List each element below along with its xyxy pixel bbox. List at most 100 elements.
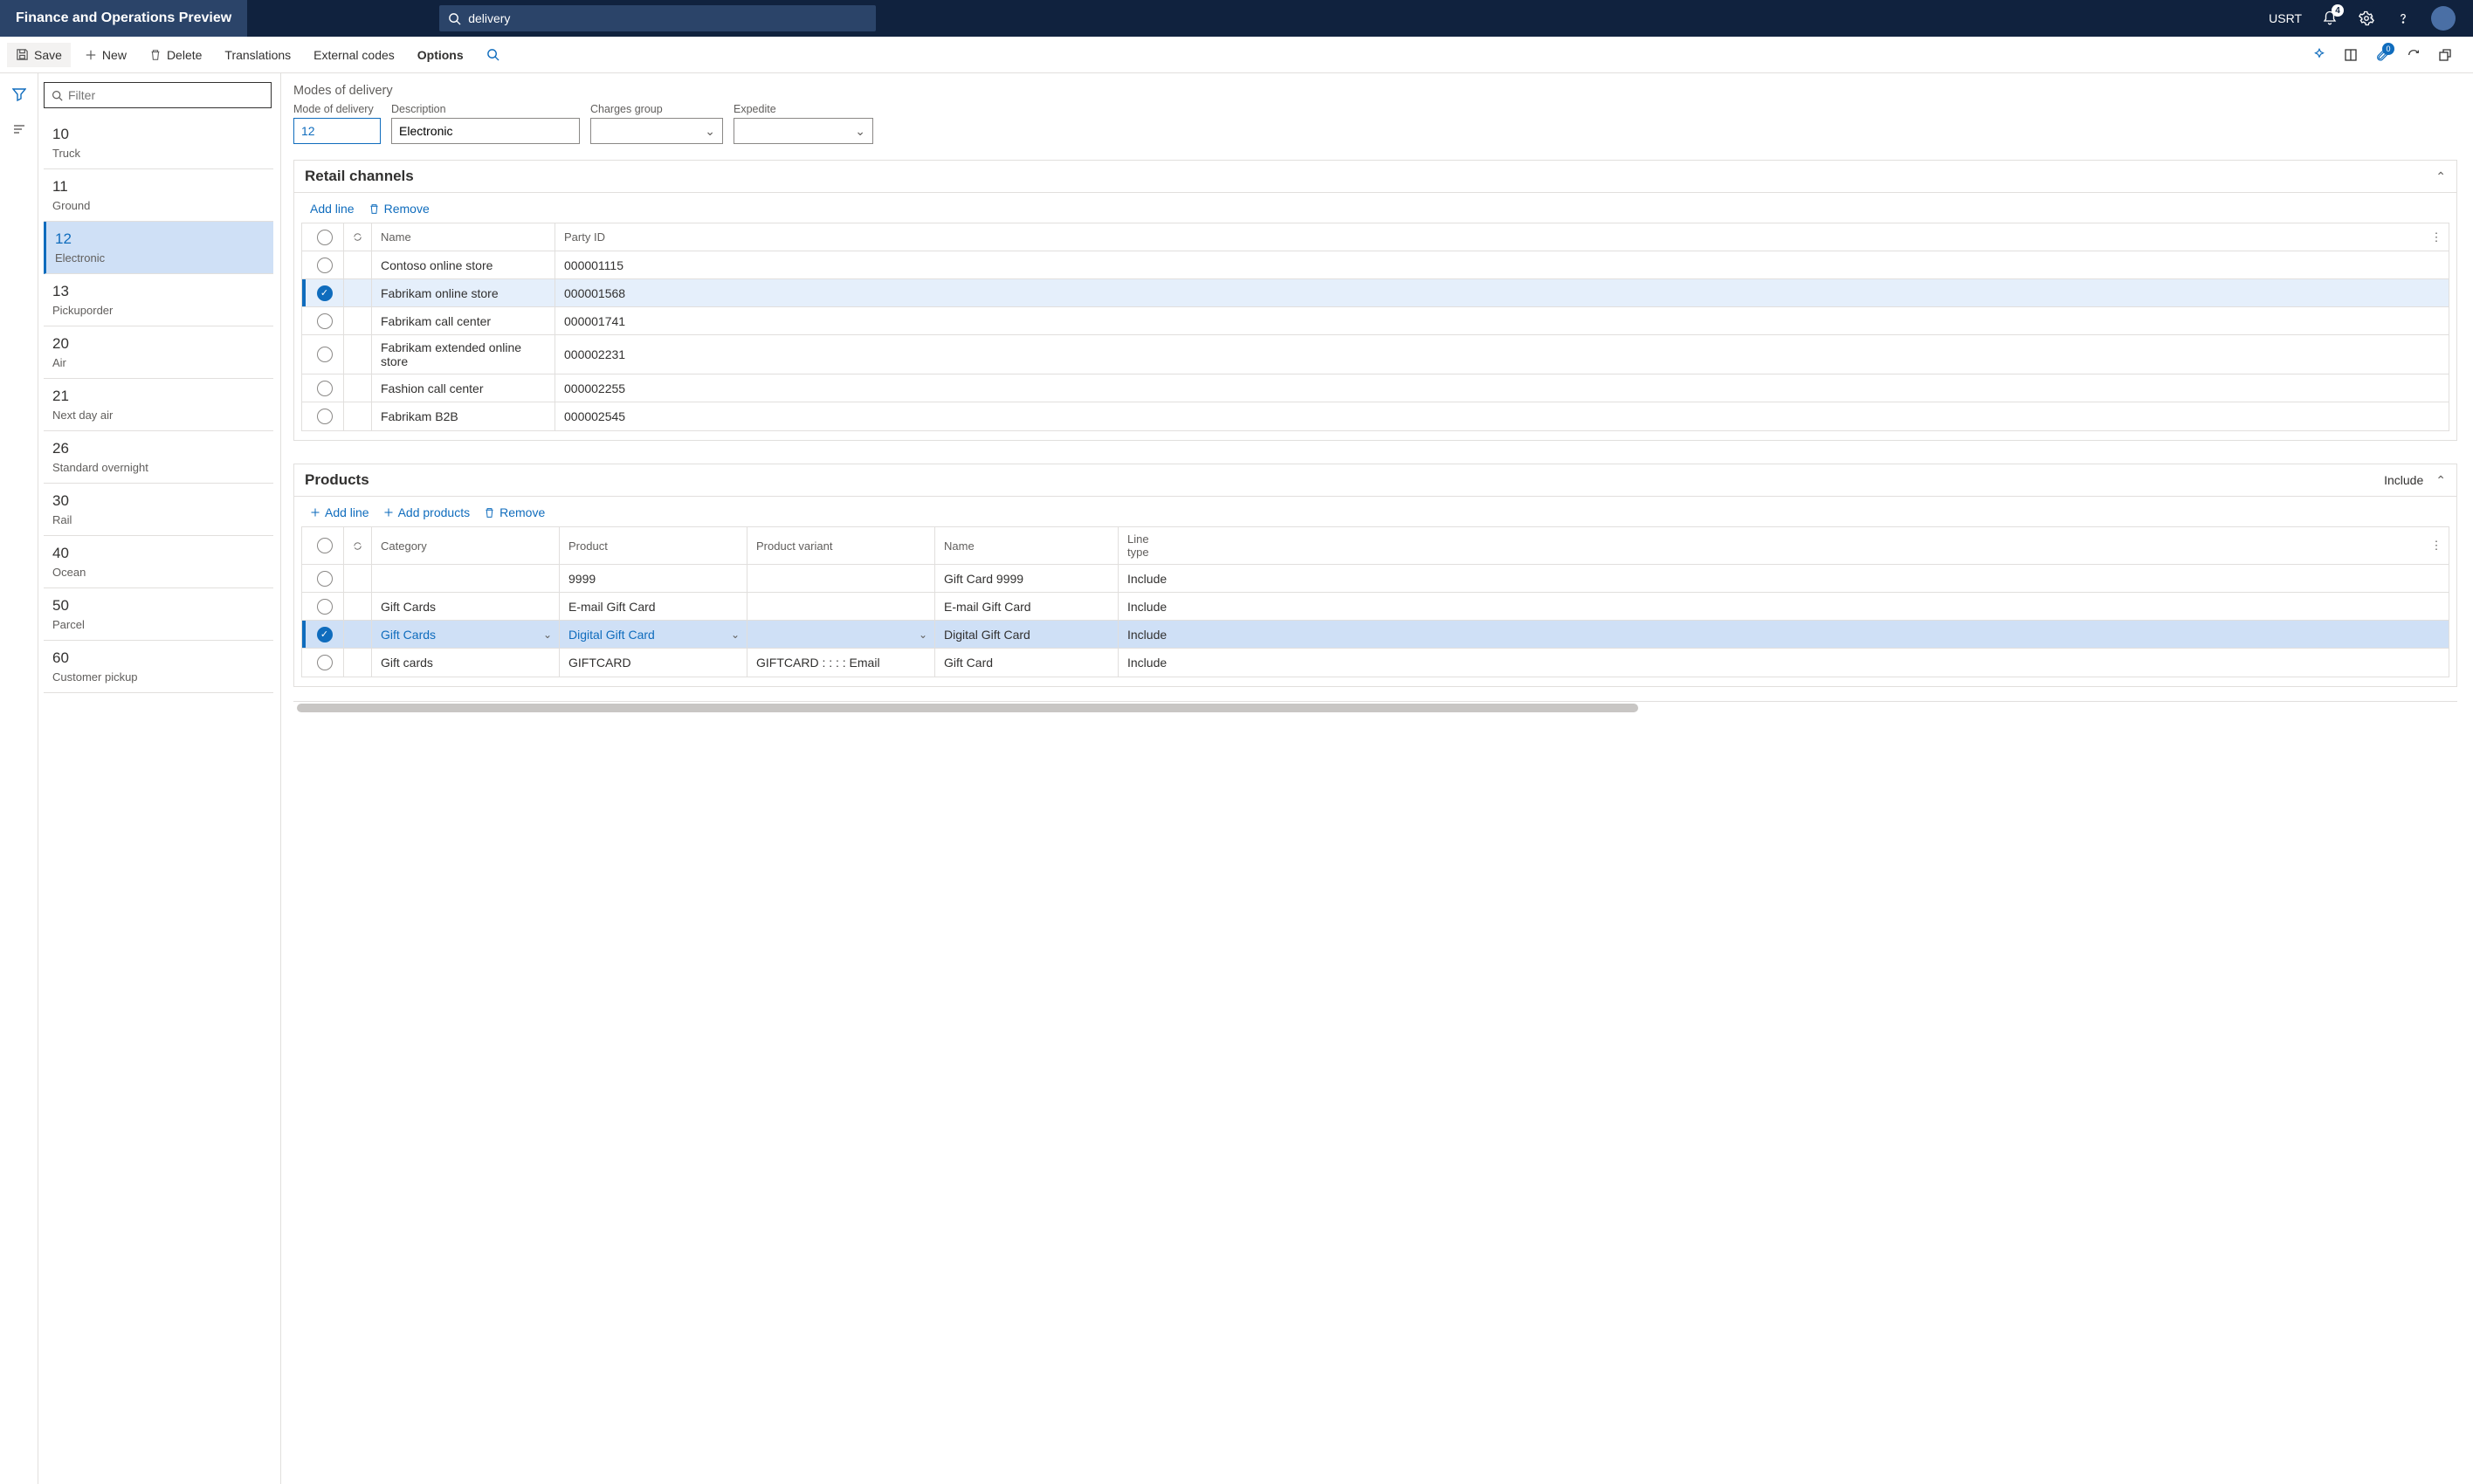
external-codes-button[interactable]: External codes	[305, 43, 403, 67]
row-checkbox[interactable]	[317, 381, 333, 396]
pd-name-header[interactable]: Name	[935, 527, 1119, 564]
mode-list-item[interactable]: 12Electronic	[44, 222, 273, 274]
pd-variant-cell[interactable]: GIFTCARD : : : : Email	[747, 649, 935, 677]
row-checkbox[interactable]	[317, 599, 333, 615]
mode-list[interactable]: 10Truck11Ground12Electronic13Pickuporder…	[44, 117, 277, 1484]
pd-variant-cell[interactable]	[747, 593, 935, 620]
mode-list-item[interactable]: 50Parcel	[44, 588, 273, 641]
table-row[interactable]: Gift cardsGIFTCARDGIFTCARD : : : : Email…	[302, 649, 2449, 677]
more-columns-icon[interactable]: ⋮	[2424, 527, 2449, 564]
pd-product-cell[interactable]: E-mail Gift Card	[560, 593, 747, 620]
mode-input[interactable]	[293, 118, 381, 144]
rc-remove-button[interactable]: Remove	[369, 202, 430, 216]
table-row[interactable]: Fabrikam online store000001568	[302, 279, 2449, 307]
filter-box[interactable]	[44, 82, 272, 108]
products-header[interactable]: Products Include ⌃	[294, 464, 2456, 497]
refresh-column-icon[interactable]	[344, 527, 372, 564]
row-checkbox[interactable]	[317, 313, 333, 329]
lines-icon[interactable]	[10, 120, 28, 138]
row-checkbox[interactable]	[317, 285, 333, 301]
pd-category-header[interactable]: Category	[372, 527, 560, 564]
company-code[interactable]: USRT	[2269, 11, 2302, 25]
row-checkbox[interactable]	[317, 571, 333, 587]
pd-add-line-button[interactable]: Add line	[310, 505, 369, 519]
mode-list-item[interactable]: 30Rail	[44, 484, 273, 536]
pd-product-cell[interactable]: GIFTCARD	[560, 649, 747, 677]
popout-icon[interactable]	[2436, 46, 2454, 64]
office-icon[interactable]	[2342, 46, 2359, 64]
filter-icon[interactable]	[10, 86, 28, 103]
rc-party-header[interactable]: Party ID	[555, 223, 741, 251]
table-row[interactable]: Fabrikam call center000001741	[302, 307, 2449, 335]
pd-category-cell[interactable]	[372, 565, 560, 592]
gear-icon[interactable]	[2358, 10, 2375, 27]
help-icon[interactable]	[2394, 10, 2412, 27]
row-checkbox[interactable]	[317, 627, 333, 642]
notifications-icon[interactable]: 4	[2321, 10, 2339, 27]
pd-category-cell[interactable]: Gift Cards⌄	[372, 621, 560, 648]
pd-add-products-button[interactable]: Add products	[383, 505, 471, 519]
refresh-icon[interactable]	[2405, 46, 2422, 64]
pd-product-header[interactable]: Product	[560, 527, 747, 564]
expedite-select[interactable]: ⌄	[734, 118, 873, 144]
topbar: Finance and Operations Preview USRT 4	[0, 0, 2473, 37]
pd-category-cell[interactable]: Gift Cards	[372, 593, 560, 620]
search-icon	[448, 12, 461, 25]
pd-variant-header[interactable]: Product variant	[747, 527, 935, 564]
horizontal-scrollbar[interactable]	[293, 701, 2457, 713]
save-button[interactable]: Save	[7, 43, 71, 67]
table-row[interactable]: Fashion call center000002255	[302, 374, 2449, 402]
pd-variant-cell[interactable]	[747, 565, 935, 592]
translations-button[interactable]: Translations	[216, 43, 300, 67]
pd-variant-cell[interactable]: ⌄	[747, 621, 935, 648]
pd-category-cell[interactable]: Gift cards	[372, 649, 560, 677]
more-columns-icon[interactable]: ⋮	[2424, 223, 2449, 251]
mode-list-item[interactable]: 10Truck	[44, 117, 273, 169]
refresh-column-icon[interactable]	[344, 223, 372, 251]
row-checkbox[interactable]	[317, 655, 333, 670]
mode-list-item[interactable]: 26Standard overnight	[44, 431, 273, 484]
pd-remove-button[interactable]: Remove	[484, 505, 545, 519]
table-row[interactable]: Fabrikam extended online store000002231	[302, 335, 2449, 374]
rc-party-cell: 000001568	[555, 279, 741, 306]
mode-list-item[interactable]: 60Customer pickup	[44, 641, 273, 693]
avatar[interactable]	[2431, 6, 2456, 31]
select-all-checkbox[interactable]	[317, 538, 333, 553]
table-row[interactable]: Gift Cards⌄Digital Gift Card⌄⌄Digital Gi…	[302, 621, 2449, 649]
global-search[interactable]	[439, 5, 876, 31]
delete-button[interactable]: Delete	[141, 43, 210, 67]
mode-list-item[interactable]: 40Ocean	[44, 536, 273, 588]
chevron-down-icon[interactable]: ⌄	[731, 629, 740, 641]
filter-input[interactable]	[68, 88, 264, 102]
table-row[interactable]: 9999Gift Card 9999Include	[302, 565, 2449, 593]
global-search-input[interactable]	[468, 11, 867, 25]
mode-list-item[interactable]: 21Next day air	[44, 379, 273, 431]
chevron-down-icon[interactable]: ⌄	[543, 629, 552, 641]
desc-input[interactable]	[391, 118, 580, 144]
rc-name-header[interactable]: Name	[372, 223, 555, 251]
chevron-down-icon[interactable]: ⌄	[919, 629, 927, 641]
pd-product-cell[interactable]: 9999	[560, 565, 747, 592]
select-all-checkbox[interactable]	[317, 230, 333, 245]
retail-channels-header[interactable]: Retail channels ⌃	[294, 161, 2456, 193]
table-row[interactable]: Gift CardsE-mail Gift CardE-mail Gift Ca…	[302, 593, 2449, 621]
search-page-button[interactable]	[478, 43, 508, 66]
new-button[interactable]: New	[76, 43, 135, 67]
chevron-down-icon: ⌄	[705, 124, 715, 139]
table-row[interactable]: Contoso online store000001115	[302, 251, 2449, 279]
charges-select[interactable]: ⌄	[590, 118, 723, 144]
attachments-icon[interactable]: 0	[2373, 46, 2391, 64]
rc-add-line-button[interactable]: Add line	[310, 202, 355, 216]
copilot-icon[interactable]	[2311, 46, 2328, 64]
mode-list-item[interactable]: 20Air	[44, 326, 273, 379]
pd-name-cell: E-mail Gift Card	[935, 593, 1119, 620]
mode-list-item[interactable]: 13Pickuporder	[44, 274, 273, 326]
table-row[interactable]: Fabrikam B2B000002545	[302, 402, 2449, 430]
row-checkbox[interactable]	[317, 347, 333, 362]
row-checkbox[interactable]	[317, 258, 333, 273]
pd-linetype-header[interactable]: Line type	[1119, 527, 1181, 564]
options-button[interactable]: Options	[409, 43, 472, 67]
pd-product-cell[interactable]: Digital Gift Card⌄	[560, 621, 747, 648]
row-checkbox[interactable]	[317, 409, 333, 424]
mode-list-item[interactable]: 11Ground	[44, 169, 273, 222]
